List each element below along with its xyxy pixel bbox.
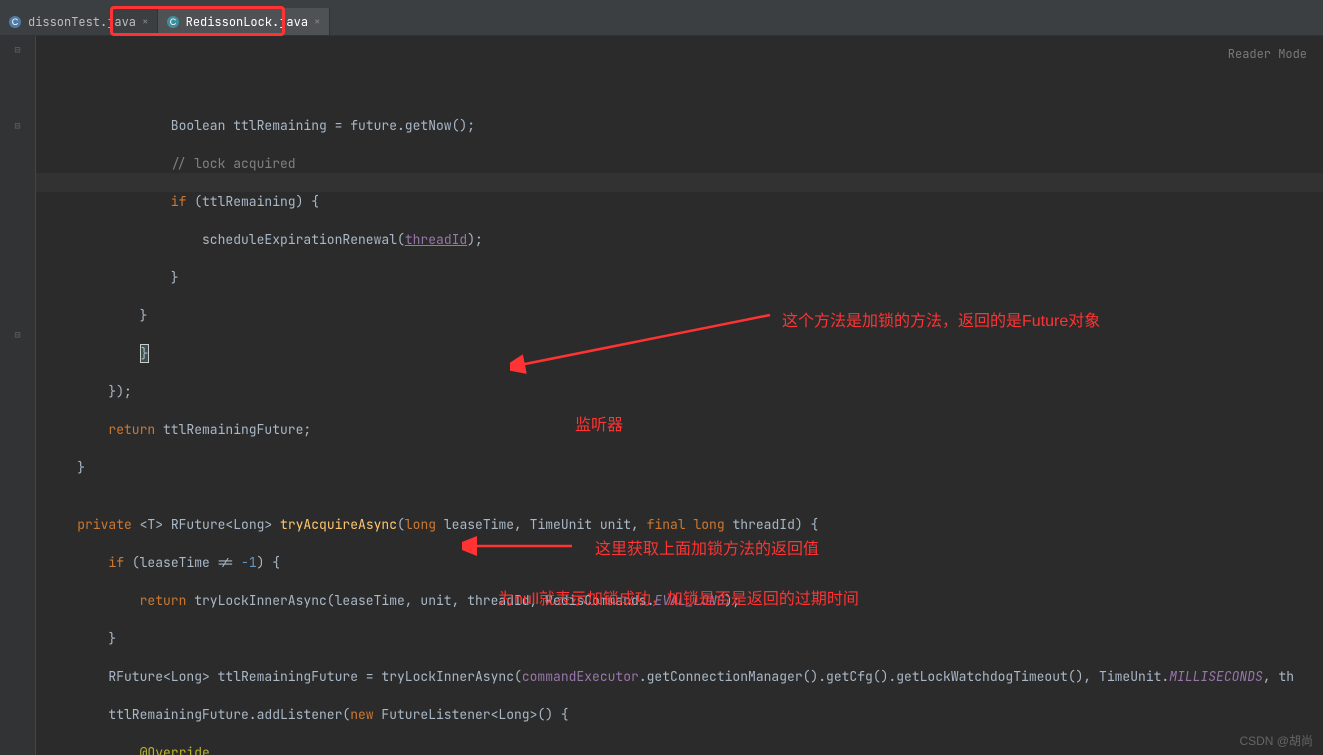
tab-dissontest[interactable]: C dissonTest.java ×: [0, 8, 158, 35]
gutter[interactable]: ⊟ ⊟ ⊟: [0, 36, 36, 755]
java-class-icon: C: [8, 15, 22, 29]
annotation-1: 这个方法是加锁的方法，返回的是Future对象: [782, 307, 1100, 331]
svg-text:C: C: [169, 17, 176, 27]
code-area[interactable]: Boolean ttlRemaining = future.getNow(); …: [36, 36, 1323, 755]
java-class-icon: C: [166, 15, 180, 29]
close-icon[interactable]: ×: [142, 15, 149, 29]
editor: ⊟ ⊟ ⊟ Boolean ttlRemaining = future.getN…: [0, 36, 1323, 755]
tab-redissonlock[interactable]: C RedissonLock.java ×: [158, 8, 330, 35]
tab-label: RedissonLock.java: [186, 14, 308, 30]
arrow-1: [510, 310, 780, 375]
annotation-2: 监听器: [575, 411, 623, 435]
close-icon[interactable]: ×: [314, 15, 321, 29]
editor-tabs: C dissonTest.java × C RedissonLock.java …: [0, 8, 1323, 36]
tab-label: dissonTest.java: [28, 14, 136, 30]
annotation-4: 为null就表示加锁成功，加锁是否是返回的过期时间: [498, 585, 859, 609]
arrow-3: [462, 536, 582, 556]
annotation-3: 这里获取上面加锁方法的返回值: [595, 535, 819, 559]
menu-bar: [0, 0, 1323, 8]
code-content[interactable]: Boolean ttlRemaining = future.getNow(); …: [46, 97, 1323, 755]
svg-text:C: C: [12, 17, 19, 27]
